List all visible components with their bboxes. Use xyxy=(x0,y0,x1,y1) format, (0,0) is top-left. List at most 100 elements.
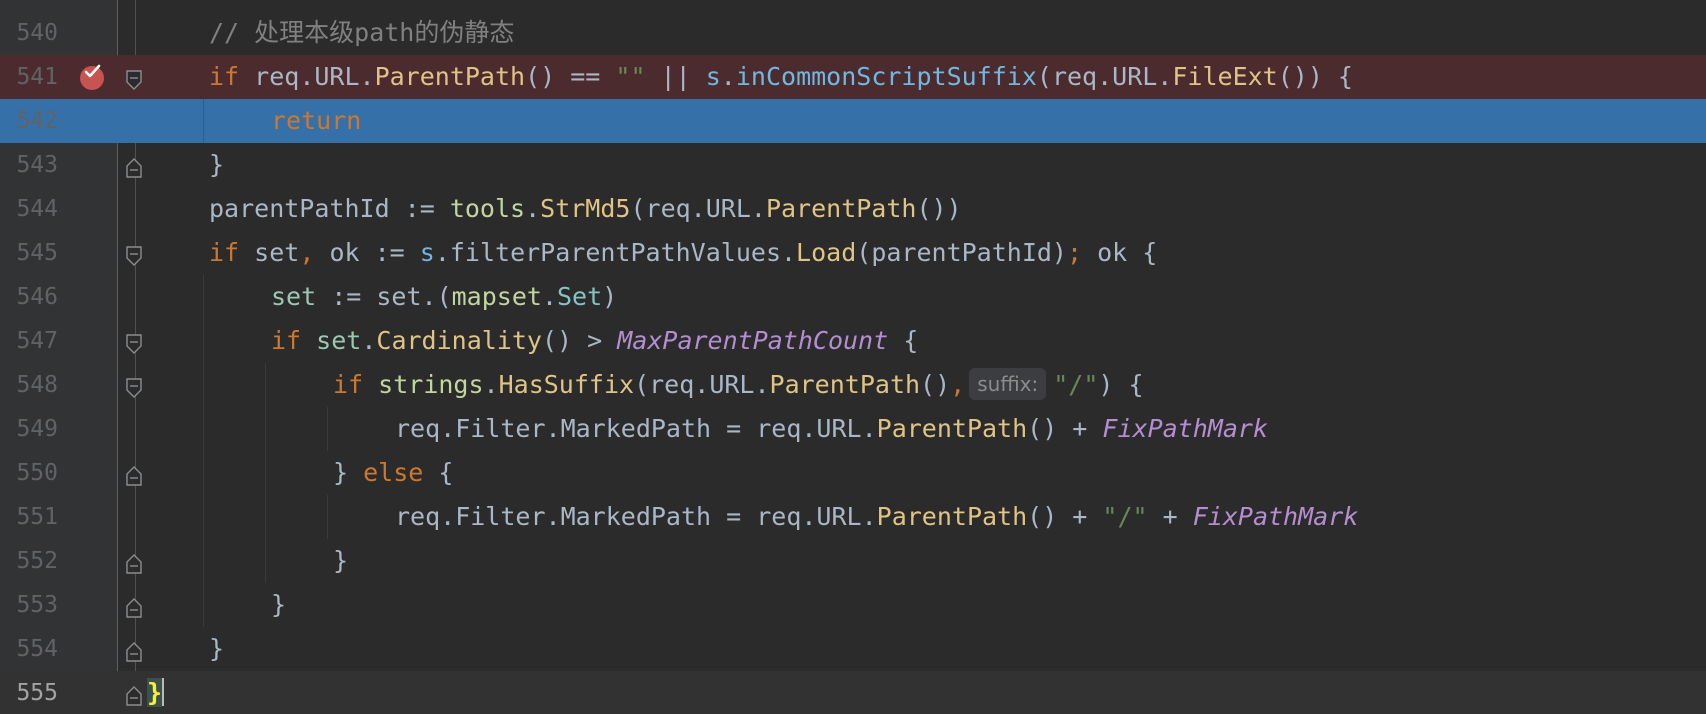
code-line[interactable]: 543} xyxy=(0,143,1706,187)
code-text[interactable]: } xyxy=(147,671,165,714)
line-number[interactable]: 542 xyxy=(0,99,58,143)
code-token: Set xyxy=(557,282,603,311)
indent-guide xyxy=(203,363,204,407)
code-line[interactable]: 553} xyxy=(0,583,1706,627)
code-token: else xyxy=(363,458,424,487)
code-line[interactable]: 547 if set.Cardinality() > MaxParentPathC… xyxy=(0,319,1706,363)
indent-guide xyxy=(265,451,266,495)
line-number[interactable]: 540 xyxy=(0,11,58,55)
code-token: () xyxy=(920,370,951,399)
code-token: strings xyxy=(378,370,484,399)
code-token: { xyxy=(423,458,454,487)
code-text[interactable]: if set.Cardinality() > MaxParentPathCoun… xyxy=(271,319,918,363)
fold-marker-icon[interactable] xyxy=(126,375,142,398)
code-text[interactable]: } else { xyxy=(333,451,453,495)
line-number[interactable]: 552 xyxy=(0,539,58,583)
code-token: { xyxy=(888,326,919,355)
line-number[interactable]: 549 xyxy=(0,407,58,451)
code-text[interactable]: if req.URL.ParentPath() == "" || s.inCom… xyxy=(209,55,1353,99)
code-token: return xyxy=(271,106,362,135)
code-token: } xyxy=(209,634,225,663)
fold-marker-icon[interactable] xyxy=(126,331,142,354)
code-token: ()) xyxy=(916,194,962,223)
code-line[interactable]: 545 if set, ok := s.filterParentPathValue… xyxy=(0,231,1706,275)
code-token: ParentPath xyxy=(876,502,1028,531)
code-token: s xyxy=(705,62,721,91)
code-token: } xyxy=(333,546,349,575)
code-token: } xyxy=(209,150,225,179)
code-text[interactable]: req.Filter.MarkedPath = req.URL.ParentPa… xyxy=(395,495,1358,539)
fold-marker-icon[interactable] xyxy=(126,155,142,178)
code-token: Cardinality xyxy=(376,326,542,355)
code-token: := set.( xyxy=(316,282,452,311)
code-token: "/" xyxy=(1053,370,1099,399)
line-number[interactable]: 554 xyxy=(0,627,58,671)
fold-marker-icon[interactable] xyxy=(126,595,142,618)
code-line[interactable]: 546 set := set.(mapset.Set) xyxy=(0,275,1706,319)
code-line[interactable]: 550 } else { xyxy=(0,451,1706,495)
code-token: ok { xyxy=(1082,238,1158,267)
code-token: (parentPathId) xyxy=(856,238,1067,267)
code-token: . xyxy=(361,326,377,355)
code-line[interactable]: 541 if req.URL.ParentPath() == "" || s.in… xyxy=(0,55,1706,99)
code-line[interactable]: 554} xyxy=(0,627,1706,671)
code-token: ParentPath xyxy=(765,194,917,223)
line-number[interactable]: 550 xyxy=(0,451,58,495)
line-number[interactable]: 548 xyxy=(0,363,58,407)
code-token: , xyxy=(950,370,966,399)
code-editor[interactable]: 540// 处理本级path的伪静态 541 if req.URL.ParentPa… xyxy=(0,0,1706,714)
code-line[interactable]: 551 req.Filter.MarkedPath = req.URL.Paren… xyxy=(0,495,1706,539)
line-number[interactable]: 551 xyxy=(0,495,58,539)
fold-marker-icon[interactable] xyxy=(126,551,142,574)
code-text[interactable]: } xyxy=(271,583,286,627)
code-token: ) { xyxy=(1098,370,1144,399)
line-number[interactable]: 547 xyxy=(0,319,58,363)
code-token: ParentPath xyxy=(876,414,1028,443)
code-text[interactable]: } xyxy=(333,539,348,583)
code-token: ()) { xyxy=(1277,62,1353,91)
indent-guide xyxy=(265,539,266,583)
code-token: HasSuffix xyxy=(498,370,635,399)
line-number[interactable]: 546 xyxy=(0,275,58,319)
matched-brace: } xyxy=(147,678,163,707)
code-line[interactable]: 549 req.Filter.MarkedPath = req.URL.Paren… xyxy=(0,407,1706,451)
code-text[interactable]: return xyxy=(271,99,361,143)
fold-marker-icon[interactable] xyxy=(126,67,142,90)
code-line[interactable]: 552} xyxy=(0,539,1706,583)
code-text[interactable]: // 处理本级path的伪静态 xyxy=(209,11,514,55)
fold-marker-icon[interactable] xyxy=(126,639,142,662)
code-token: ok := xyxy=(314,238,420,267)
code-text[interactable]: } xyxy=(209,143,224,187)
code-token: ParentPath xyxy=(374,62,526,91)
code-text[interactable]: req.Filter.MarkedPath = req.URL.ParentPa… xyxy=(395,407,1268,451)
code-text[interactable]: if set, ok := s.filterParentPathValues.L… xyxy=(209,231,1157,275)
code-line[interactable]: 544 parentPathId := tools.StrMd5(req.URL.… xyxy=(0,187,1706,231)
code-line[interactable]: 542 return xyxy=(0,99,1706,143)
code-text[interactable]: if strings.HasSuffix(req.URL.ParentPath(… xyxy=(333,363,1144,407)
line-number[interactable]: 543 xyxy=(0,143,58,187)
code-token: req.URL. xyxy=(239,62,375,91)
code-token: () > xyxy=(541,326,618,355)
indent-guide xyxy=(265,407,266,451)
line-number[interactable]: 541 xyxy=(0,55,58,99)
breakpoint-checked-icon[interactable] xyxy=(80,64,104,90)
code-line[interactable]: 540 // 处理本级path的伪静态 xyxy=(0,11,1706,55)
code-line[interactable]: 548 if strings.HasSuffix(req.URL.ParentPa… xyxy=(0,363,1706,407)
fold-marker-icon[interactable] xyxy=(126,243,142,266)
code-token: if xyxy=(333,370,364,399)
code-line[interactable]: 555} xyxy=(0,671,1706,714)
text-caret xyxy=(162,678,165,706)
code-token: "/" xyxy=(1102,502,1148,531)
fold-marker-icon[interactable] xyxy=(126,683,142,706)
fold-marker-icon[interactable] xyxy=(126,463,142,486)
code-text[interactable]: set := set.(mapset.Set) xyxy=(271,275,617,319)
line-number[interactable]: 545 xyxy=(0,231,58,275)
line-number[interactable]: 544 xyxy=(0,187,58,231)
line-number[interactable]: 553 xyxy=(0,583,58,627)
indent-guide xyxy=(265,363,266,407)
line-number[interactable]: 555 xyxy=(0,671,58,714)
code-text[interactable]: } xyxy=(209,627,224,671)
indent-guide xyxy=(327,495,328,539)
code-text[interactable]: parentPathId := tools.StrMd5(req.URL.Par… xyxy=(209,187,962,231)
